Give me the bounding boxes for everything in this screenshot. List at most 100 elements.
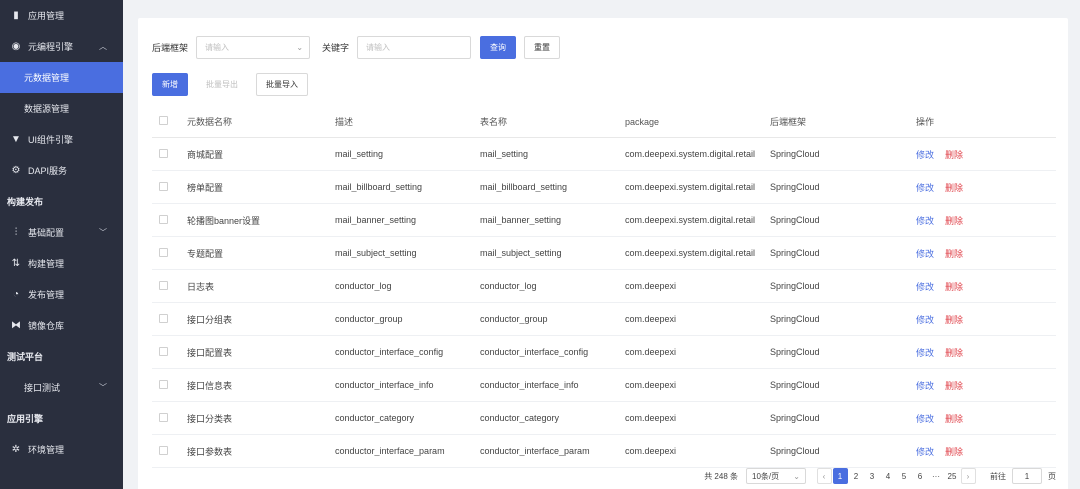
next-page-button[interactable]: › [960, 468, 976, 484]
delete-button[interactable]: 删除 [945, 249, 963, 259]
sidebar-item-0[interactable]: ▮ 应用管理 [0, 0, 123, 31]
row-checkbox[interactable] [159, 313, 168, 323]
edit-button[interactable]: 修改 [916, 414, 934, 424]
row-checkbox[interactable] [159, 247, 168, 257]
table-cell: com.deepexi.system.digital.retail [625, 149, 756, 159]
page-number[interactable]: ··· [929, 468, 944, 484]
edit-button[interactable]: 修改 [916, 447, 934, 457]
table-cell: com.deepexi [625, 413, 677, 423]
header-cell: 描述 [335, 117, 354, 127]
add-button[interactable]: 新增 [152, 73, 188, 96]
table-row: 轮播图banner设置 mail_banner_setting mail_banne… [152, 204, 1056, 237]
sidebar-item-8[interactable]: ⇅ 构建管理 [0, 248, 123, 279]
row-checkbox[interactable] [159, 214, 168, 224]
table-cell: com.deepexi [625, 380, 677, 390]
total-count: 共 248 条 [704, 471, 738, 481]
page-number[interactable]: 4 [881, 468, 896, 484]
page-number[interactable]: 2 [849, 468, 864, 484]
delete-button[interactable]: 删除 [945, 183, 963, 193]
header-cell: 表名称 [480, 117, 508, 127]
prev-page-button[interactable]: ‹ [816, 468, 832, 484]
keyword-input[interactable]: 请输入 [357, 36, 472, 59]
sidebar-item-11[interactable]: 测试平台 [0, 341, 123, 372]
row-checkbox[interactable] [159, 445, 168, 455]
delete-button[interactable]: 删除 [945, 282, 963, 292]
table-cell: conductor_group [335, 314, 403, 324]
delete-button[interactable]: 删除 [945, 414, 963, 424]
table-cell: SpringCloud [770, 380, 820, 390]
sidebar-item-13[interactable]: 应用引擎 [0, 403, 123, 434]
edit-button[interactable]: 修改 [916, 348, 934, 358]
sidebar-item-3[interactable]: 数据源管理 [0, 93, 123, 124]
metadata-table: 元数据名称 描述 表名称 package 后端框架 操作 商城配置 mail_setting m… [152, 106, 1056, 468]
table-cell: 接口参数表 [187, 446, 233, 457]
edit-button[interactable]: 修改 [916, 183, 934, 193]
delete-button[interactable]: 删除 [945, 150, 963, 160]
table-row: 接口信息表 conductor_interface_info conductor_i… [152, 369, 1056, 402]
row-select-cell [152, 247, 187, 259]
row-select-cell [152, 445, 187, 457]
table-cell: conductor_interface_param [480, 446, 590, 456]
table-cell: SpringCloud [770, 314, 820, 324]
table-cell: conductor_interface_config [335, 347, 444, 357]
select-all-checkbox[interactable] [159, 116, 168, 125]
delete-button[interactable]: 删除 [945, 381, 963, 391]
sidebar-item-9[interactable]: ◔ 发布管理 [0, 279, 123, 310]
sidebar-item-2[interactable]: 元数据管理 [0, 62, 123, 93]
framework-placeholder: 请输入 [205, 43, 230, 52]
page-size-select[interactable]: 10条/页 ⌄ [746, 468, 806, 484]
sidebar-item-label: 环境管理 [28, 445, 65, 455]
row-checkbox[interactable] [159, 379, 168, 389]
delete-button[interactable]: 删除 [945, 315, 963, 325]
header-cell: 后端框架 [770, 117, 807, 127]
delete-button[interactable]: 删除 [945, 447, 963, 457]
sidebar-item-7[interactable]: ⫶ 基础配置 ﹀ [0, 217, 123, 248]
sidebar-item-label: UI组件引擎 [28, 135, 74, 145]
edit-button[interactable]: 修改 [916, 282, 934, 292]
page-number[interactable]: 1 [832, 468, 848, 484]
row-checkbox[interactable] [159, 148, 168, 158]
sidebar-item-5[interactable]: ⚙ DAPI服务 [0, 155, 123, 186]
page-number[interactable]: 6 [913, 468, 928, 484]
delete-button[interactable]: 删除 [945, 216, 963, 226]
table-cell: SpringCloud [770, 281, 820, 291]
edit-button[interactable]: 修改 [916, 381, 934, 391]
table-cell: SpringCloud [770, 149, 820, 159]
delete-button[interactable]: 删除 [945, 348, 963, 358]
sidebar-item-label: 基础配置 [28, 228, 65, 238]
query-button[interactable]: 查询 [480, 36, 517, 59]
edit-button[interactable]: 修改 [916, 150, 934, 160]
header-cell: 元数据名称 [187, 117, 233, 127]
table-cell: com.deepexi [625, 314, 677, 324]
sidebar-item-12[interactable]: 接口测试 ﹀ [0, 372, 123, 403]
page-number[interactable]: 3 [865, 468, 880, 484]
table-cell: mail_subject_setting [480, 248, 562, 258]
batch-import-button[interactable]: 批量导入 [256, 73, 308, 96]
goto-page-input[interactable]: 1 [1012, 468, 1042, 484]
sidebar-item-label: DAPI服务 [28, 166, 68, 176]
sidebar-item-4[interactable]: ▼ UI组件引擎 [0, 124, 123, 155]
table-cell: mail_subject_setting [335, 248, 417, 258]
row-actions: 修改 删除 [916, 181, 1056, 194]
chevron-down-icon: ﹀ [99, 383, 107, 392]
table-cell: 轮播图banner设置 [187, 215, 261, 226]
sidebar-item-1[interactable]: ◉ 元编程引擎 ︿ [0, 31, 123, 62]
edit-button[interactable]: 修改 [916, 315, 934, 325]
edit-button[interactable]: 修改 [916, 249, 934, 259]
row-checkbox[interactable] [159, 181, 168, 191]
sidebar-item-6[interactable]: 构建发布 [0, 186, 123, 217]
edit-button[interactable]: 修改 [916, 216, 934, 226]
row-checkbox[interactable] [159, 346, 168, 356]
page-size-value: 10条/页 [752, 471, 780, 481]
page-number[interactable]: 25 [945, 468, 960, 484]
table-cell: conductor_category [335, 413, 415, 423]
sidebar-item-14[interactable]: ✲ 环境管理 [0, 434, 123, 465]
table-cell: conductor_log [480, 281, 537, 291]
reset-button[interactable]: 重置 [524, 36, 561, 59]
row-checkbox[interactable] [159, 412, 168, 422]
batch-export-button[interactable]: 批量导出 [196, 73, 248, 96]
page-number[interactable]: 5 [897, 468, 912, 484]
sidebar-item-10[interactable]: ⧓ 镜像仓库 [0, 310, 123, 341]
framework-select[interactable]: 请输入 ⌄ [196, 36, 311, 59]
row-checkbox[interactable] [159, 280, 168, 290]
